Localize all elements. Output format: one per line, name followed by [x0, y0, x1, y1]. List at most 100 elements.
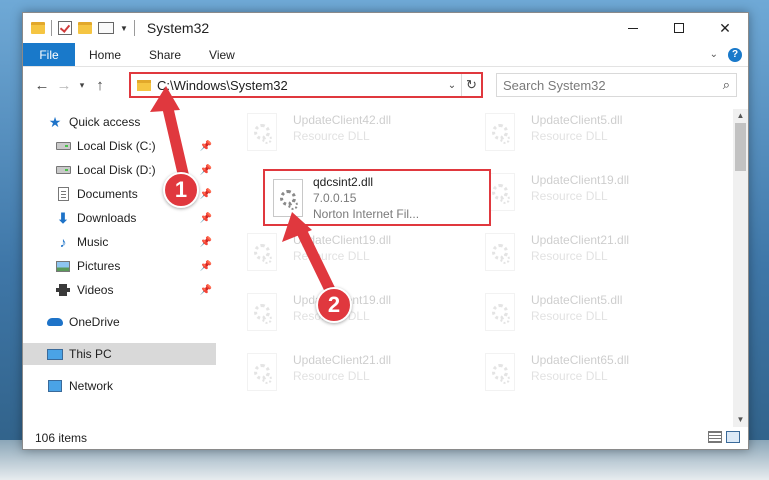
address-bar[interactable]: C:\Windows\System32 ⌄ ↻ [129, 72, 483, 98]
vertical-scrollbar[interactable]: ▲ ▼ [733, 109, 748, 427]
item-count: 106 items [35, 431, 88, 445]
scroll-thumb[interactable] [735, 123, 746, 171]
cloud-icon [47, 315, 63, 329]
minimize-button[interactable] [610, 13, 656, 43]
refresh-icon[interactable]: ↻ [461, 74, 481, 96]
sidebar-item-label: OneDrive [69, 315, 120, 329]
pin-icon[interactable]: 📌 [200, 165, 212, 176]
address-dropdown-icon[interactable]: ⌄ [443, 80, 461, 91]
sidebar-item-downloads[interactable]: ⬇ Downloads 📌 [23, 207, 216, 229]
status-bar: 106 items [23, 427, 748, 449]
dll-file-icon [485, 353, 515, 391]
maximize-button[interactable] [656, 13, 702, 43]
file-name: UpdateClient19.dll [531, 173, 630, 187]
file-item[interactable]: UpdateClient5.dll Resource DLL [485, 109, 715, 159]
file-name: UpdateClient65.dll [531, 353, 630, 367]
file-item[interactable]: UpdateClient19.dll Resource DLL [247, 289, 477, 339]
dll-file-icon [485, 233, 515, 271]
file-name: qdcsint2.dll [313, 175, 374, 189]
search-input[interactable]: Search System32 ⌕ [496, 73, 737, 97]
details-view-icon[interactable] [708, 431, 722, 443]
sidebar-item-videos[interactable]: Videos 📌 [23, 279, 216, 301]
tab-file[interactable]: File [23, 43, 75, 66]
file-item[interactable]: UpdateClient65.dll Resource DLL [485, 349, 715, 399]
file-item[interactable]: UpdateClient42.dll Resource DLL [247, 109, 477, 159]
file-type: Resource DLL [531, 249, 608, 263]
sidebar-item-local-disk-c[interactable]: Local Disk (C:) 📌 [23, 135, 216, 157]
minimize-icon [628, 27, 638, 29]
sidebar-item-music[interactable]: ♪ Music 📌 [23, 231, 216, 253]
ribbon-tabs: File Home Share View ⌄ ? [23, 43, 748, 67]
pin-icon[interactable]: 📌 [200, 237, 212, 248]
disk-icon [55, 163, 71, 177]
file-item[interactable]: UpdateClient19.dll Resource DLL [247, 229, 477, 279]
file-version: 7.0.0.15 [313, 191, 357, 205]
expand-ribbon-icon[interactable]: ⌄ [710, 49, 718, 60]
scroll-down-icon[interactable]: ▼ [733, 413, 748, 427]
back-arrow-icon[interactable]: ← [31, 74, 53, 96]
tab-home[interactable]: Home [75, 43, 135, 66]
pin-icon[interactable]: 📌 [200, 261, 212, 272]
address-path[interactable]: C:\Windows\System32 [157, 78, 443, 93]
chevron-down-icon[interactable]: ▼ [120, 24, 128, 33]
dll-file-icon [485, 293, 515, 331]
sidebar-item-quick-access[interactable]: ★ Quick access [23, 111, 216, 133]
new-folder-icon[interactable] [78, 22, 92, 34]
sidebar-item-label: Pictures [77, 259, 121, 273]
file-name: UpdateClient5.dll [531, 113, 623, 127]
pin-icon[interactable]: 📌 [200, 189, 212, 200]
sidebar-item-label: Local Disk (D:) [77, 163, 156, 177]
properties-check-icon[interactable] [58, 21, 72, 35]
file-item[interactable]: UpdateClient21.dll Resource DLL [247, 349, 477, 399]
star-icon: ★ [48, 113, 62, 130]
maximize-icon [674, 23, 684, 33]
file-description: Norton Internet Fil... [313, 207, 420, 221]
sidebar-item-label: Quick access [69, 115, 141, 129]
explorer-window: ▼ System32 ✕ File Home Share View ⌄ ? ← … [22, 12, 749, 450]
ribbon-right-controls: ⌄ ? [710, 43, 748, 66]
sidebar-item-this-pc[interactable]: This PC [23, 343, 216, 365]
file-name: UpdateClient19.dll [293, 233, 392, 247]
document-icon [55, 187, 71, 201]
dll-file-icon [247, 353, 277, 391]
file-type: Resource DLL [293, 249, 370, 263]
download-icon: ⬇ [57, 209, 69, 226]
recent-locations-chevron-icon[interactable]: ▾ [75, 74, 89, 96]
pin-icon[interactable]: 📌 [200, 285, 212, 296]
highlighted-file-item[interactable]: qdcsint2.dll 7.0.0.15 Norton Internet Fi… [263, 169, 491, 226]
sidebar-item-label: Videos [77, 283, 114, 297]
large-icons-view-icon[interactable] [726, 431, 740, 443]
scroll-up-icon[interactable]: ▲ [733, 109, 748, 123]
window-controls: ✕ [610, 13, 748, 43]
close-icon: ✕ [719, 19, 731, 36]
sidebar-item-pictures[interactable]: Pictures 📌 [23, 255, 216, 277]
file-type: Resource DLL [531, 369, 608, 383]
divider [133, 20, 135, 36]
file-type: Resource DLL [293, 369, 370, 383]
sidebar-item-network[interactable]: Network [23, 375, 216, 397]
file-item[interactable]: UpdateClient21.dll Resource DLL [485, 229, 715, 279]
pin-icon[interactable]: 📌 [200, 141, 212, 152]
disk-icon [55, 139, 71, 153]
tab-share[interactable]: Share [135, 43, 195, 66]
sidebar-item-onedrive[interactable]: OneDrive [23, 311, 216, 333]
customize-icon[interactable] [98, 22, 114, 34]
pin-icon[interactable]: 📌 [200, 213, 212, 224]
pictures-icon [55, 259, 71, 273]
file-type: Resource DLL [293, 129, 370, 143]
close-button[interactable]: ✕ [702, 13, 748, 43]
sidebar-item-label: Downloads [77, 211, 137, 225]
search-placeholder: Search System32 [503, 77, 606, 93]
sidebar-item-label: Documents [77, 187, 138, 201]
folder-icon [31, 22, 45, 34]
file-name: UpdateClient42.dll [293, 113, 392, 127]
help-icon[interactable]: ? [728, 47, 742, 62]
file-item[interactable]: UpdateClient19.dll Resource DLL [485, 169, 715, 219]
file-list: UpdateClient42.dll Resource DLL UpdateCl… [225, 109, 733, 421]
file-item[interactable]: UpdateClient5.dll Resource DLL [485, 289, 715, 339]
up-arrow-icon[interactable]: ↑ [89, 74, 111, 96]
title-bar: ▼ System32 ✕ [23, 13, 748, 43]
search-icon[interactable]: ⌕ [723, 77, 730, 93]
tab-view[interactable]: View [195, 43, 249, 66]
forward-arrow-icon[interactable]: → [53, 74, 75, 96]
